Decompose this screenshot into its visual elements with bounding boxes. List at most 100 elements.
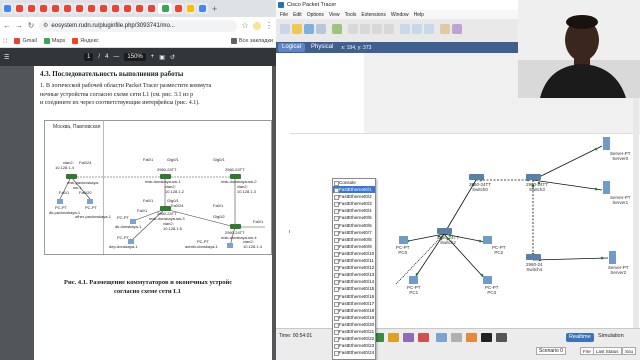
connections-category-icon[interactable] [418,333,429,342]
tab-physical[interactable]: Physical [307,43,337,52]
rotate-icon[interactable]: ↺ [170,54,175,61]
port-option[interactable]: FastEthernet0/20 [333,321,375,328]
bookmark-maps[interactable]: Maps [43,37,65,44]
port-option[interactable]: FastEthernet0/7 [333,229,375,236]
device-label[interactable]: 2960-24TT Switch3 [526,182,548,192]
scenario-select[interactable]: Scenario 0 [536,347,566,355]
browser-tab[interactable] [2,3,13,14]
browser-tab[interactable] [173,3,184,14]
port-option[interactable]: FastEthernet0/2 [333,193,375,201]
open-icon[interactable] [292,24,302,34]
port-option[interactable]: FastEthernet0/10 [333,250,375,258]
bookmark-yandex[interactable]: Яндекс [72,37,99,44]
browser-tab[interactable] [62,3,73,14]
connection-auto-icon[interactable] [466,333,477,342]
device-label[interactable]: Server-PT Server2 [608,265,629,275]
fit-page-icon[interactable]: ▣ [159,54,165,61]
port-option[interactable]: Console [333,179,375,187]
browser-tab[interactable] [110,3,121,14]
port-option[interactable]: FastEthernet0/8 [333,236,375,243]
console-cable-icon[interactable] [481,333,492,342]
port-option[interactable]: FastEthernet0/12 [333,264,375,272]
simulation-mode-button[interactable]: Simulation [598,333,624,339]
browser-tab[interactable] [197,3,208,14]
undo-icon[interactable] [372,24,382,34]
port-option[interactable]: FastEthernet0/9 [333,243,375,250]
port-option[interactable]: FastEthernet0/15 [333,285,375,293]
bookmark-star-icon[interactable]: ☆ [241,21,249,30]
port-option[interactable]: FastEthernet0/6 [333,222,375,229]
site-info-icon[interactable]: ⚙ [43,22,48,29]
menu-item-tools[interactable]: Tools [345,12,357,18]
browser-tab[interactable] [14,3,25,14]
zoom-out-icon[interactable] [424,24,434,34]
tab-logical[interactable]: Logical [278,43,306,52]
browser-tab[interactable] [74,3,85,14]
end-devices-category-icon[interactable] [436,333,447,342]
zoom-out-button[interactable]: — [113,54,119,60]
port-option[interactable]: FastEthernet0/17 [333,300,375,307]
redo-icon[interactable] [384,24,394,34]
straight-cable-icon[interactable] [496,333,507,342]
port-option[interactable]: FastEthernet0/5 [333,214,375,222]
device-label[interactable]: 2960-24 Switch4 [526,262,543,272]
device-label[interactable]: PC-PT PC0 [396,245,410,255]
port-option[interactable]: FastEthernet0/21 [333,328,375,336]
port-option[interactable]: FastEthernet0/23 [333,342,375,350]
address-bar[interactable]: ⚙ eosystem.rudn.ru/pluginfile.php/309374… [39,19,237,32]
port-option[interactable]: FastEthernet0/18 [333,307,375,314]
device-label[interactable]: PC-PT PC2 [492,245,506,255]
port-option[interactable]: FastEthernet0/14 [333,278,375,286]
save-icon[interactable] [304,24,314,34]
port-option[interactable]: FastEthernet0/22 [333,335,375,343]
browser-tab[interactable] [146,3,157,14]
zoom-in-button[interactable]: + [151,54,155,60]
browser-tab[interactable] [86,3,97,14]
vertical-scrollbar[interactable] [633,60,639,328]
new-icon[interactable] [280,24,290,34]
device-label[interactable]: Server-PT Server1 [610,195,631,205]
back-icon[interactable]: ← [3,21,11,30]
menu-item-edit[interactable]: Edit [293,12,302,18]
browser-tab[interactable] [158,3,172,14]
menu-item-view[interactable]: View [329,12,340,18]
print-icon[interactable] [316,24,326,34]
device-label[interactable]: 2960-24TT Switch0 [469,182,491,192]
wireless-category-icon[interactable] [403,333,414,342]
hubs-category-icon[interactable] [388,333,399,342]
port-option[interactable]: FastEthernet0/13 [333,271,375,279]
device-label[interactable]: PC-PT PC3 [485,285,499,295]
zoom-level[interactable]: 150% [124,53,146,61]
port-select-menu[interactable]: Console FastEthernet0/1 FastEthernet0/2 Fas… [332,178,376,360]
components-category-icon[interactable] [451,333,462,342]
custom-device-icon[interactable] [452,24,462,34]
pdf-menu-icon[interactable]: ☰ [4,54,9,61]
pdf-viewport[interactable]: 4.3. Последовательность выполнения работ… [0,66,276,360]
browser-tab[interactable] [26,3,37,14]
apps-icon[interactable]: ∷ [3,37,7,45]
menu-item-window[interactable]: Window [391,12,409,18]
port-option[interactable]: FastEthernet0/24 [333,349,375,357]
palette-icon[interactable] [440,24,450,34]
zoom-in-icon[interactable] [400,24,410,34]
forward-icon[interactable]: → [15,21,23,30]
device-label[interactable]: 2960-24TT Switch2 [437,235,459,245]
menu-item-help[interactable]: Help [414,12,424,18]
browser-tab[interactable] [185,3,196,14]
reload-icon[interactable]: ↻ [27,21,35,30]
profile-icon[interactable] [253,21,261,30]
device-label[interactable]: Server-PT Server0 [610,151,631,161]
bookmark-gmail[interactable]: Gmail [14,37,37,44]
menu-icon[interactable]: ⋮ [265,21,273,30]
new-tab-icon[interactable]: + [212,4,217,14]
page-number-input[interactable]: 1 [84,53,94,61]
browser-tab[interactable] [122,3,133,14]
device-label[interactable]: PC-PT PC1 [407,285,421,295]
zoom-reset-icon[interactable] [412,24,422,34]
paste-icon[interactable] [360,24,370,34]
all-bookmarks[interactable]: Все закладки [230,37,273,44]
port-option[interactable]: FastEthernet0/1 [333,186,375,194]
menu-item-options[interactable]: Options [307,12,324,18]
browser-tab[interactable] [98,3,109,14]
port-option[interactable]: FastEthernet0/19 [333,314,375,321]
